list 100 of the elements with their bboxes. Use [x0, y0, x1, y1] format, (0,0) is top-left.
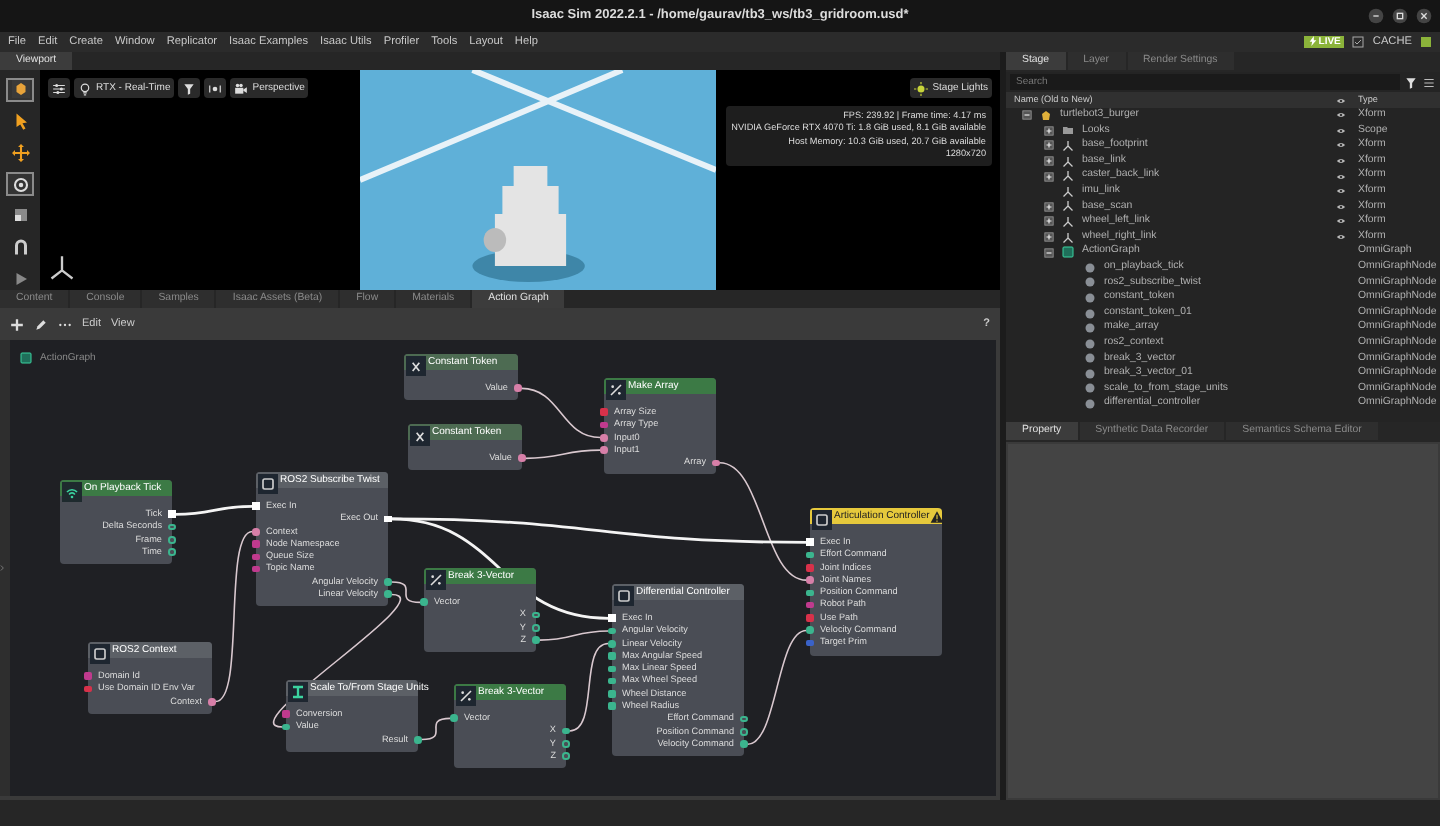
data-pin[interactable] — [532, 611, 540, 619]
constant-icon — [410, 426, 430, 446]
settings-icon — [52, 81, 66, 95]
visibility-eye-icon[interactable] — [1336, 201, 1346, 212]
data-pin[interactable] — [208, 697, 216, 706]
data-pin[interactable] — [806, 589, 814, 597]
add-icon[interactable] — [10, 317, 24, 331]
connection-wire — [524, 449, 602, 460]
data-pin[interactable] — [252, 527, 260, 536]
data-pin[interactable] — [806, 626, 814, 635]
data-pin[interactable] — [84, 685, 92, 693]
visibility-eye-icon[interactable] — [1336, 186, 1346, 197]
node-icon — [812, 510, 832, 530]
maximize-icon[interactable] — [1392, 8, 1408, 24]
expand-icon[interactable] — [1044, 125, 1054, 136]
math-icon — [456, 686, 476, 706]
data-pin[interactable] — [252, 553, 260, 561]
visibility-eye-icon[interactable] — [1336, 110, 1346, 121]
data-pin[interactable] — [600, 421, 608, 429]
data-pin[interactable] — [450, 714, 458, 722]
data-pin[interactable] — [608, 690, 616, 698]
data-pin[interactable] — [806, 551, 814, 559]
data-pin[interactable] — [168, 548, 176, 556]
expand-icon[interactable] — [1044, 140, 1054, 151]
expand-icon[interactable] — [1044, 171, 1054, 182]
data-pin[interactable] — [514, 384, 522, 392]
axes-icon — [1062, 231, 1074, 244]
data-pin[interactable] — [600, 433, 608, 442]
warning-icon — [929, 509, 944, 523]
data-pin[interactable] — [712, 459, 720, 467]
bolt-icon — [1308, 36, 1319, 47]
close-icon[interactable] — [1416, 8, 1432, 24]
data-pin[interactable] — [420, 598, 428, 606]
data-pin[interactable] — [608, 665, 616, 673]
connection-wire — [746, 629, 808, 746]
data-pin[interactable] — [608, 677, 616, 685]
minimize-icon[interactable] — [1368, 8, 1384, 24]
rotate-tool-button[interactable] — [6, 172, 34, 196]
data-pin[interactable] — [282, 723, 290, 731]
data-pin[interactable] — [740, 728, 748, 736]
play-icon — [11, 269, 29, 288]
expand-icon[interactable] — [1044, 216, 1054, 227]
data-pin[interactable] — [532, 623, 540, 632]
math-icon — [426, 570, 446, 590]
constant-icon — [406, 356, 426, 376]
data-pin[interactable] — [414, 735, 422, 744]
folder-icon — [1062, 124, 1074, 137]
camera-icon — [234, 81, 249, 95]
robot-icon — [1040, 109, 1052, 122]
connection-wire — [520, 387, 602, 439]
visibility-eye-icon[interactable] — [1336, 125, 1346, 136]
visibility-eye-icon[interactable] — [1336, 156, 1346, 167]
expand-icon[interactable] — [1044, 232, 1054, 243]
data-pin[interactable] — [608, 627, 616, 635]
data-pin[interactable] — [806, 639, 814, 647]
filter-button[interactable] — [178, 78, 201, 98]
capture-button[interactable] — [204, 78, 227, 98]
data-pin[interactable] — [562, 739, 570, 748]
data-pin[interactable] — [532, 636, 540, 644]
data-pin[interactable] — [600, 446, 608, 454]
eye-icon[interactable] — [1336, 95, 1346, 105]
visibility-eye-icon[interactable] — [1336, 232, 1346, 243]
data-pin[interactable] — [608, 652, 616, 660]
exec-pin[interactable] — [384, 515, 392, 523]
collapse-icon[interactable] — [1044, 247, 1054, 258]
data-pin[interactable] — [806, 601, 814, 609]
expand-icon[interactable] — [1044, 156, 1054, 167]
expand-icon[interactable] — [1044, 201, 1054, 212]
data-pin[interactable] — [168, 535, 176, 544]
app-logo-tool-button[interactable] — [6, 78, 34, 102]
select-arrow-icon — [11, 112, 29, 131]
data-pin[interactable] — [252, 565, 260, 573]
data-pin[interactable] — [740, 740, 748, 748]
data-pin[interactable] — [168, 523, 176, 531]
data-pin[interactable] — [608, 702, 616, 711]
status-indicator-icon — [1420, 35, 1432, 48]
data-pin[interactable] — [806, 563, 814, 572]
visibility-eye-icon[interactable] — [1336, 216, 1346, 227]
data-pin[interactable] — [384, 590, 392, 599]
axes-icon — [1062, 139, 1074, 152]
axis-gizmo-icon — [48, 254, 76, 282]
data-pin[interactable] — [608, 639, 616, 648]
signal-icon — [62, 482, 82, 502]
graph-icon — [1062, 246, 1074, 259]
connection-wire — [420, 717, 452, 741]
data-pin[interactable] — [562, 727, 570, 735]
data-pin[interactable] — [518, 454, 526, 462]
visibility-eye-icon[interactable] — [1336, 140, 1346, 151]
data-pin[interactable] — [562, 752, 570, 760]
visibility-eye-icon[interactable] — [1336, 171, 1346, 182]
data-pin[interactable] — [740, 715, 748, 723]
collapse-icon[interactable] — [1022, 110, 1032, 121]
settings-button[interactable] — [48, 78, 70, 98]
filter-icon — [182, 81, 197, 95]
menu-icon[interactable] — [1422, 75, 1436, 89]
data-pin[interactable] — [384, 578, 392, 586]
magnet-icon — [11, 237, 29, 256]
checkbox-icon[interactable] — [1352, 35, 1365, 48]
data-pin[interactable] — [806, 576, 814, 584]
pencil-icon[interactable] — [34, 317, 48, 331]
